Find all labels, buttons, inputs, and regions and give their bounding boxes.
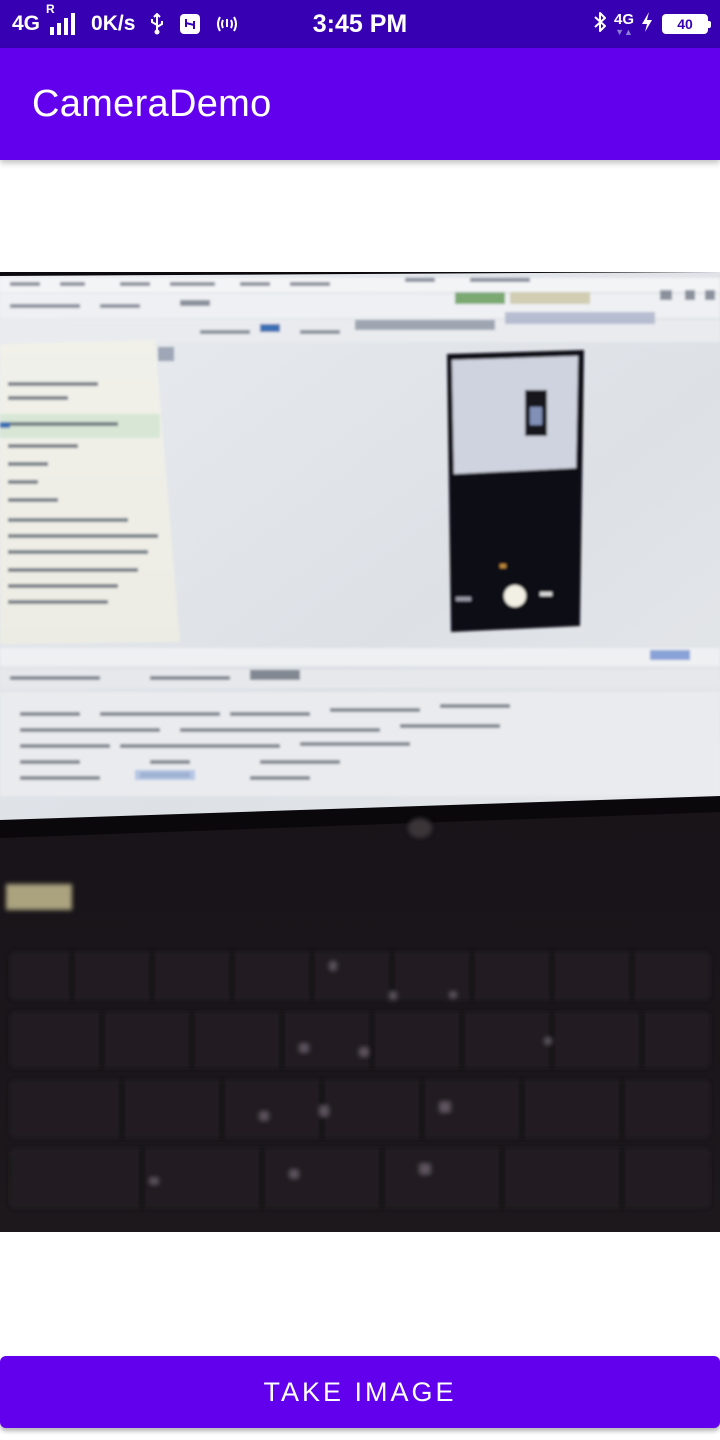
roaming-indicator: R xyxy=(46,2,55,16)
screen: 4G R 0K/s 3:45 PM 4G ▼▲ 40 CameraDemo TA… xyxy=(0,0,720,1440)
hotspot-icon xyxy=(215,14,239,34)
signal-bars-icon xyxy=(50,13,76,35)
status-bar-left: 4G R 0K/s xyxy=(12,0,239,48)
network-type: 4G R xyxy=(12,2,55,36)
data-speed: 0K/s xyxy=(91,12,136,35)
network-type-right: 4G ▼▲ xyxy=(614,12,634,37)
app-title: CameraDemo xyxy=(32,82,272,125)
app-bar: CameraDemo xyxy=(0,48,720,160)
status-bar-right: 4G ▼▲ 40 xyxy=(592,0,711,48)
battery-level: 40 xyxy=(677,16,693,32)
battery-icon: 40 xyxy=(662,14,711,34)
captured-image-preview xyxy=(0,272,720,1232)
take-image-button[interactable]: TAKE IMAGE xyxy=(0,1356,720,1428)
bluetooth-icon xyxy=(592,10,608,38)
status-bar: 4G R 0K/s 3:45 PM 4G ▼▲ 40 xyxy=(0,0,720,48)
usb-icon xyxy=(149,13,165,35)
charging-bolt-icon xyxy=(640,11,654,37)
data-arrows-icon: ▼▲ xyxy=(615,26,633,37)
network-type-label: 4G xyxy=(12,12,41,35)
network-type-right-label: 4G xyxy=(613,10,634,28)
captured-photo xyxy=(0,272,720,1232)
usb-debug-icon xyxy=(179,13,201,35)
